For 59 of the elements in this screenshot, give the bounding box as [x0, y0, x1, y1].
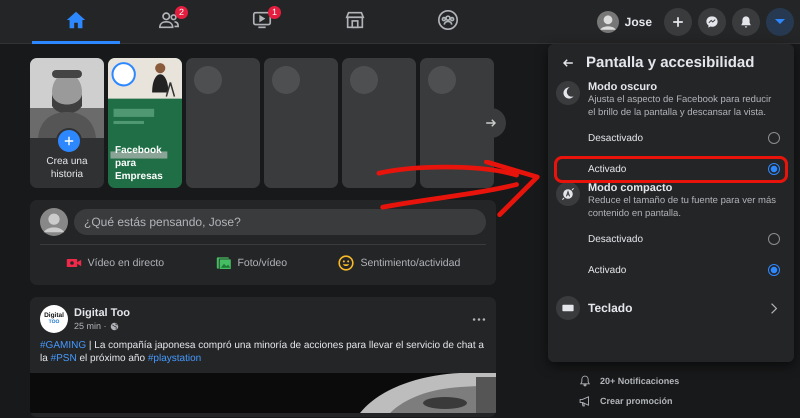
caret-icon [775, 19, 785, 24]
sidebar-item[interactable]: 20+ Notificaciones [578, 374, 680, 388]
video-icon [251, 9, 273, 31]
compact-icon [556, 182, 580, 206]
post-input-field[interactable]: ¿Qué estás pensando, Jose? [74, 209, 486, 235]
panel-title: Pantalla y accesibilidad [586, 54, 754, 71]
profile-link[interactable]: Jose [596, 10, 652, 32]
smiley-icon [338, 255, 354, 271]
add-story-button[interactable] [56, 128, 82, 154]
account-menu-button[interactable] [766, 8, 794, 36]
radio-button[interactable] [768, 163, 780, 175]
nav-tab[interactable]: 1 [218, 0, 306, 44]
section-title: Modo oscuro [588, 81, 658, 93]
radio-option[interactable]: Desactivado [556, 224, 786, 254]
nav-tab[interactable]: 2 [125, 0, 213, 44]
bell-icon [578, 374, 592, 388]
story-card[interactable]: Facebook para Empresas [108, 58, 182, 188]
story-label: Facebook para Empresas [115, 144, 164, 183]
notification-badge: 2 [175, 6, 188, 18]
home-icon [65, 9, 87, 31]
store-icon [344, 9, 366, 31]
keyboard-menu-item[interactable]: Teclado [556, 291, 786, 325]
radio-option[interactable]: Desactivado [556, 123, 786, 153]
more-icon[interactable] [472, 316, 486, 322]
section-description: Reduce el tamaño de tu fuente para ver más contenido en pantalla. [588, 194, 778, 220]
hashtag-link[interactable]: #playstation [148, 353, 202, 364]
radio-option[interactable]: Activado [556, 154, 786, 184]
story-label: Crea una historia [45, 155, 89, 181]
plus-icon [62, 134, 76, 148]
globe-icon [110, 322, 119, 330]
section-title: Modo compacto [588, 182, 674, 194]
feeling-button[interactable]: Sentimiento/actividad [330, 249, 468, 277]
photo-icon [216, 255, 232, 271]
author-name[interactable]: Digital Too [74, 307, 466, 319]
group-icon [437, 9, 459, 31]
radio-option[interactable]: Activado [556, 255, 786, 285]
live-video-button[interactable]: Vídeo en directo [58, 249, 172, 277]
messenger-button[interactable] [698, 8, 726, 36]
photo-button[interactable]: Foto/vídeo [208, 249, 296, 277]
megaphone-icon [578, 394, 592, 408]
moon-icon [556, 81, 580, 105]
post-time: 25 min · [74, 321, 107, 331]
avatar-icon [40, 208, 68, 236]
sidebar-item[interactable]: Crear promoción [578, 394, 680, 408]
keyboard-icon [556, 296, 580, 320]
avatar-icon [596, 10, 619, 32]
radio-button[interactable] [768, 233, 780, 245]
chevron-right-icon [770, 302, 778, 314]
radio-button[interactable] [768, 132, 780, 144]
create-button[interactable] [664, 8, 692, 36]
messenger-icon [704, 14, 720, 30]
notification-badge: 1 [268, 6, 281, 18]
section-description: Ajusta el aspecto de Facebook para reducir el brillo de la pantalla y descansar la vista. [588, 93, 772, 119]
post-text: #GAMING | La compañía japonesa compró una minoría de acciones para llevar el servicio de chat a la #PSN el próximo año #playstation [40, 339, 485, 365]
hashtag-link[interactable]: #GAMING [40, 340, 86, 351]
notifications-button[interactable] [732, 8, 760, 36]
create-story-card[interactable]: Crea una historia [30, 58, 104, 188]
hashtag-link[interactable]: #PSN [50, 353, 77, 364]
radio-button[interactable] [768, 264, 780, 276]
